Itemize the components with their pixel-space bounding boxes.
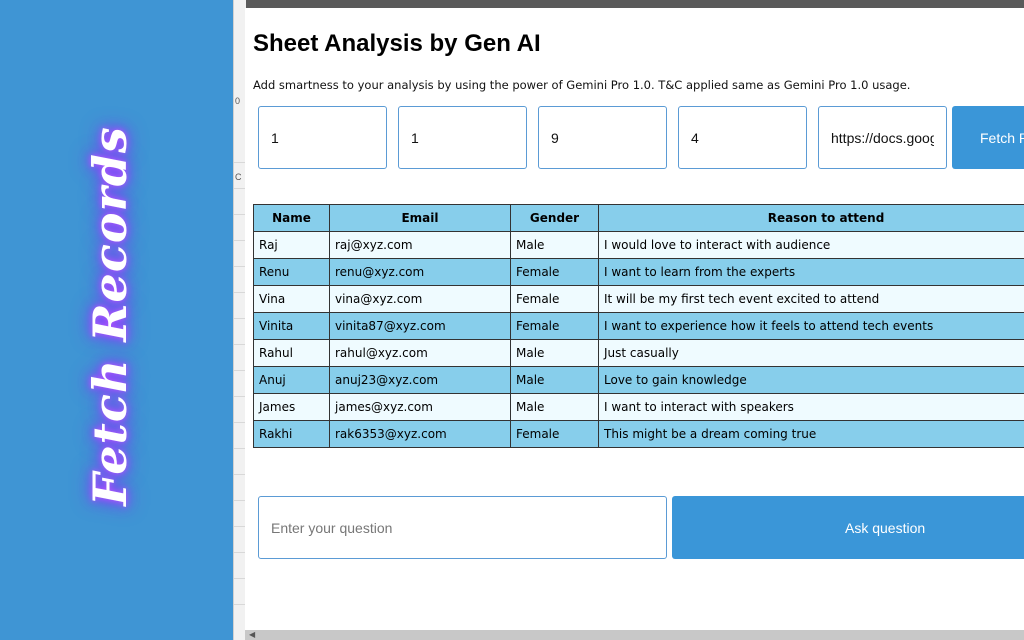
background-sheet-glyph: C [235, 172, 242, 182]
cell-name: Vinita [253, 312, 330, 340]
dialog-title: Sheet Analysis by Gen AI [253, 30, 541, 57]
cell-email: raj@xyz.com [329, 231, 511, 259]
records-table: Name Email Gender Reason to attend Raj r… [253, 204, 1024, 448]
cell-name: Raj [253, 231, 330, 259]
cell-email: rak6353@xyz.com [329, 420, 511, 448]
cell-reason: I want to experience how it feels to att… [598, 312, 1024, 340]
cell-gender: Female [510, 312, 599, 340]
cell-gender: Male [510, 339, 599, 367]
param-input-2[interactable] [398, 106, 527, 169]
horizontal-scrollbar[interactable]: ◀ [245, 630, 1024, 640]
cell-gender: Female [510, 285, 599, 313]
cell-email: vinita87@xyz.com [329, 312, 511, 340]
window-top-strip [233, 0, 1024, 8]
table-row: Rakhi rak6353@xyz.com Female This might … [253, 420, 1024, 448]
cell-reason: I want to learn from the experts [598, 258, 1024, 286]
cell-name: Rahul [253, 339, 330, 367]
cell-email: renu@xyz.com [329, 258, 511, 286]
cell-reason: This might be a dream coming true [598, 420, 1024, 448]
question-input[interactable] [258, 496, 667, 559]
ask-question-button[interactable]: Ask question [672, 496, 1024, 559]
cell-name: Rakhi [253, 420, 330, 448]
cell-gender: Male [510, 231, 599, 259]
param-input-1[interactable] [258, 106, 387, 169]
cell-reason: I want to interact with speakers [598, 393, 1024, 421]
cell-email: vina@xyz.com [329, 285, 511, 313]
table-header-row: Name Email Gender Reason to attend [253, 204, 1024, 232]
cell-gender: Male [510, 366, 599, 394]
records-table-container: Name Email Gender Reason to attend Raj r… [253, 204, 1024, 448]
param-input-4[interactable] [678, 106, 807, 169]
column-header-email: Email [329, 204, 511, 232]
cell-gender: Female [510, 420, 599, 448]
background-sheet-glyph: 0 [235, 96, 241, 106]
cell-name: Anuj [253, 366, 330, 394]
fetch-records-button[interactable]: Fetch Records [952, 106, 1024, 169]
table-row: Raj raj@xyz.com Male I would love to int… [253, 231, 1024, 259]
vertical-title: Fetch Records [83, 126, 137, 506]
table-row: Renu renu@xyz.com Female I want to learn… [253, 258, 1024, 286]
cell-email: rahul@xyz.com [329, 339, 511, 367]
cell-gender: Male [510, 393, 599, 421]
dialog-subtitle: Add smartness to your analysis by using … [253, 78, 911, 92]
column-header-gender: Gender [510, 204, 599, 232]
left-panel: Fetch Records [0, 0, 233, 640]
sheet-url-input[interactable] [818, 106, 947, 169]
cell-name: Renu [253, 258, 330, 286]
cell-email: james@xyz.com [329, 393, 511, 421]
table-row: Rahul rahul@xyz.com Male Just casually [253, 339, 1024, 367]
table-row: Vinita vinita87@xyz.com Female I want to… [253, 312, 1024, 340]
table-row: James james@xyz.com Male I want to inter… [253, 393, 1024, 421]
cell-reason: I would love to interact with audience [598, 231, 1024, 259]
analysis-dialog: Sheet Analysis by Gen AI Add smartness t… [245, 8, 1024, 640]
cell-reason: Love to gain knowledge [598, 366, 1024, 394]
cell-name: Vina [253, 285, 330, 313]
column-header-name: Name [253, 204, 330, 232]
cell-name: James [253, 393, 330, 421]
cell-email: anuj23@xyz.com [329, 366, 511, 394]
cell-reason: Just casually [598, 339, 1024, 367]
table-row: Vina vina@xyz.com Female It will be my f… [253, 285, 1024, 313]
column-header-reason: Reason to attend [598, 204, 1024, 232]
param-input-3[interactable] [538, 106, 667, 169]
cell-gender: Female [510, 258, 599, 286]
scroll-left-arrow-icon[interactable]: ◀ [249, 630, 255, 640]
table-row: Anuj anuj23@xyz.com Male Love to gain kn… [253, 366, 1024, 394]
cell-reason: It will be my first tech event excited t… [598, 285, 1024, 313]
